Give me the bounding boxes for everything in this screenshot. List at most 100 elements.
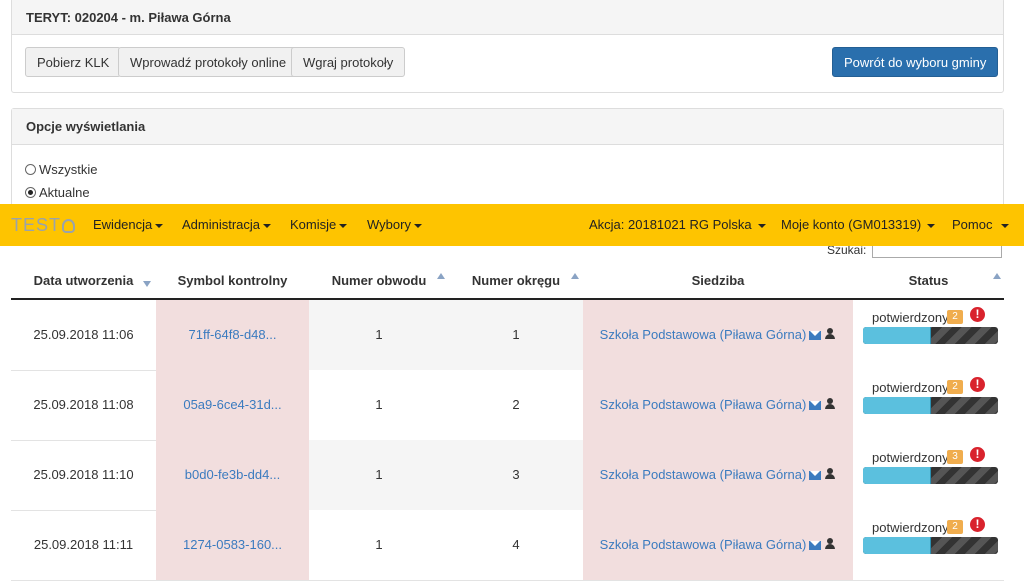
col-header-okreg[interactable]: Numer okręgu — [449, 262, 583, 298]
menu-help[interactable]: Pomoc — [952, 204, 1010, 246]
col-header-symbol[interactable]: Symbol kontrolny — [156, 262, 309, 298]
upload-protocols-button[interactable]: Wgraj protokoły — [291, 47, 406, 77]
caret-down-icon — [757, 223, 766, 228]
search-label: Szukaj: — [827, 246, 867, 254]
cell-okreg: 4 — [449, 510, 583, 580]
download-klk-button[interactable]: Pobierz KLK — [25, 47, 122, 77]
status-text: potwierdzony — [872, 520, 949, 535]
progress-bar — [863, 327, 998, 344]
cell-siedziba: Szkoła Podstawowa (Piława Górna) — [583, 440, 853, 510]
cell-status: potwierdzony 3 ! — [853, 440, 1004, 510]
progress-fill — [863, 397, 931, 414]
brand-text: TEST — [11, 215, 62, 235]
table-row: 25.09.2018 11:08 05a9-6ce4-31d... 1 2 Sz… — [11, 370, 1004, 441]
progress-bar — [863, 467, 998, 484]
progress-fill — [863, 467, 931, 484]
status-text: potwierdzony — [872, 380, 949, 395]
cell-status: potwierdzony 2 ! — [853, 370, 1004, 440]
status-badge: 2 — [947, 310, 963, 324]
siedziba-link[interactable]: Szkoła Podstawowa (Piława Górna) — [600, 327, 807, 342]
cell-siedziba: Szkoła Podstawowa (Piława Górna) — [583, 300, 853, 370]
envelope-icon[interactable] — [809, 331, 822, 340]
cell-siedziba: Szkoła Podstawowa (Piława Górna) — [583, 510, 853, 580]
status-badge: 2 — [947, 520, 963, 534]
caret-down-icon — [927, 223, 936, 228]
progress-fill — [863, 537, 931, 554]
table-row: 25.09.2018 11:11 1274-0583-160... 1 4 Sz… — [11, 510, 1004, 581]
menu-komisje-label: Komisje — [290, 217, 337, 232]
envelope-icon[interactable] — [809, 471, 822, 480]
siedziba-link[interactable]: Szkoła Podstawowa (Piława Górna) — [600, 537, 807, 552]
siedziba-link[interactable]: Szkoła Podstawowa (Piława Górna) — [600, 397, 807, 412]
menu-komisje[interactable]: Komisje — [290, 204, 348, 246]
cell-symbol-link[interactable]: b0d0-fe3b-dd4... — [156, 440, 309, 510]
warning-icon[interactable]: ! — [970, 517, 985, 532]
radio-current-circle[interactable] — [25, 186, 36, 198]
cell-obwod: 1 — [309, 300, 449, 370]
top-navbar: TEST Ewidencja Administracja Komisje Wyb… — [0, 204, 1024, 246]
radio-all[interactable]: Wszystkie — [25, 160, 98, 178]
status-text: potwierdzony — [872, 450, 949, 465]
back-to-commune-button[interactable]: Powrót do wyboru gminy — [832, 47, 999, 77]
brand-logo[interactable]: TEST — [11, 204, 76, 246]
cell-date: 25.09.2018 11:10 — [33, 467, 134, 482]
status-badge: 3 — [947, 450, 963, 464]
radio-current[interactable]: Aktualne — [25, 183, 90, 201]
warning-icon[interactable]: ! — [970, 447, 985, 462]
user-icon[interactable] — [824, 538, 836, 550]
col-header-date[interactable]: Data utworzenia — [11, 262, 156, 298]
status-badge: 2 — [947, 380, 963, 394]
progress-bar — [863, 537, 998, 554]
col-header-siedziba[interactable]: Siedziba — [583, 262, 853, 298]
sort-desc-icon — [143, 281, 151, 287]
caret-down-icon — [155, 223, 164, 228]
sort-asc-icon — [571, 273, 579, 279]
menu-help-label: Pomoc — [952, 217, 993, 232]
warning-icon[interactable]: ! — [970, 377, 985, 392]
col-header-status-label: Status — [908, 273, 949, 288]
caret-down-icon — [263, 223, 272, 228]
menu-wybory[interactable]: Wybory — [367, 204, 422, 246]
enter-protocols-online-button[interactable]: Wprowadź protokoły online — [118, 47, 299, 77]
menu-ewidencja-label: Ewidencja — [93, 217, 153, 232]
cell-symbol-link[interactable]: 05a9-6ce4-31d... — [156, 370, 309, 440]
menu-administracja[interactable]: Administracja — [182, 204, 272, 246]
user-icon[interactable] — [824, 468, 836, 480]
cell-obwod: 1 — [309, 370, 449, 440]
col-header-siedziba-label: Siedziba — [691, 273, 745, 288]
table-row: 25.09.2018 11:06 71ff-64f8-d48... 1 1 Sz… — [11, 300, 1004, 371]
cell-obwod: 1 — [309, 440, 449, 510]
cell-symbol-link[interactable]: 1274-0583-160... — [156, 510, 309, 580]
user-icon[interactable] — [824, 398, 836, 410]
caret-down-icon — [339, 223, 348, 228]
teryt-panel: TERYT: 020204 - m. Piława Górna Pobierz … — [11, 0, 1004, 93]
cell-obwod: 1 — [309, 510, 449, 580]
warning-icon[interactable]: ! — [970, 307, 985, 322]
menu-action[interactable]: Akcja: 20181021 RG Polska — [589, 204, 766, 246]
envelope-icon[interactable] — [809, 401, 822, 410]
radio-all-label: Wszystkie — [39, 161, 98, 177]
sort-asc-icon — [437, 273, 445, 279]
cell-symbol-link[interactable]: 71ff-64f8-d48... — [156, 300, 309, 370]
radio-all-circle[interactable] — [25, 163, 36, 175]
menu-ewidencja[interactable]: Ewidencja — [93, 204, 164, 246]
cell-status: potwierdzony 2 ! — [853, 510, 1004, 580]
cell-okreg: 2 — [449, 370, 583, 440]
col-header-status[interactable]: Status — [853, 262, 1004, 298]
hand-icon — [62, 219, 76, 233]
caret-down-icon — [1001, 223, 1010, 228]
user-icon[interactable] — [824, 328, 836, 340]
display-options-title: Opcje wyświetlania — [12, 109, 1003, 145]
col-header-obwod[interactable]: Numer obwodu — [309, 262, 449, 298]
menu-wybory-label: Wybory — [367, 217, 411, 232]
caret-down-icon — [413, 223, 422, 228]
envelope-icon[interactable] — [809, 541, 822, 550]
cell-siedziba: Szkoła Podstawowa (Piława Górna) — [583, 370, 853, 440]
menu-account[interactable]: Moje konto (GM013319) — [781, 204, 936, 246]
col-header-date-label: Data utworzenia — [33, 273, 134, 288]
siedziba-link[interactable]: Szkoła Podstawowa (Piława Górna) — [600, 467, 807, 482]
table-row: 25.09.2018 11:10 b0d0-fe3b-dd4... 1 3 Sz… — [11, 440, 1004, 511]
menu-administracja-label: Administracja — [182, 217, 261, 232]
progress-bar — [863, 397, 998, 414]
radio-current-label: Aktualne — [39, 184, 90, 200]
